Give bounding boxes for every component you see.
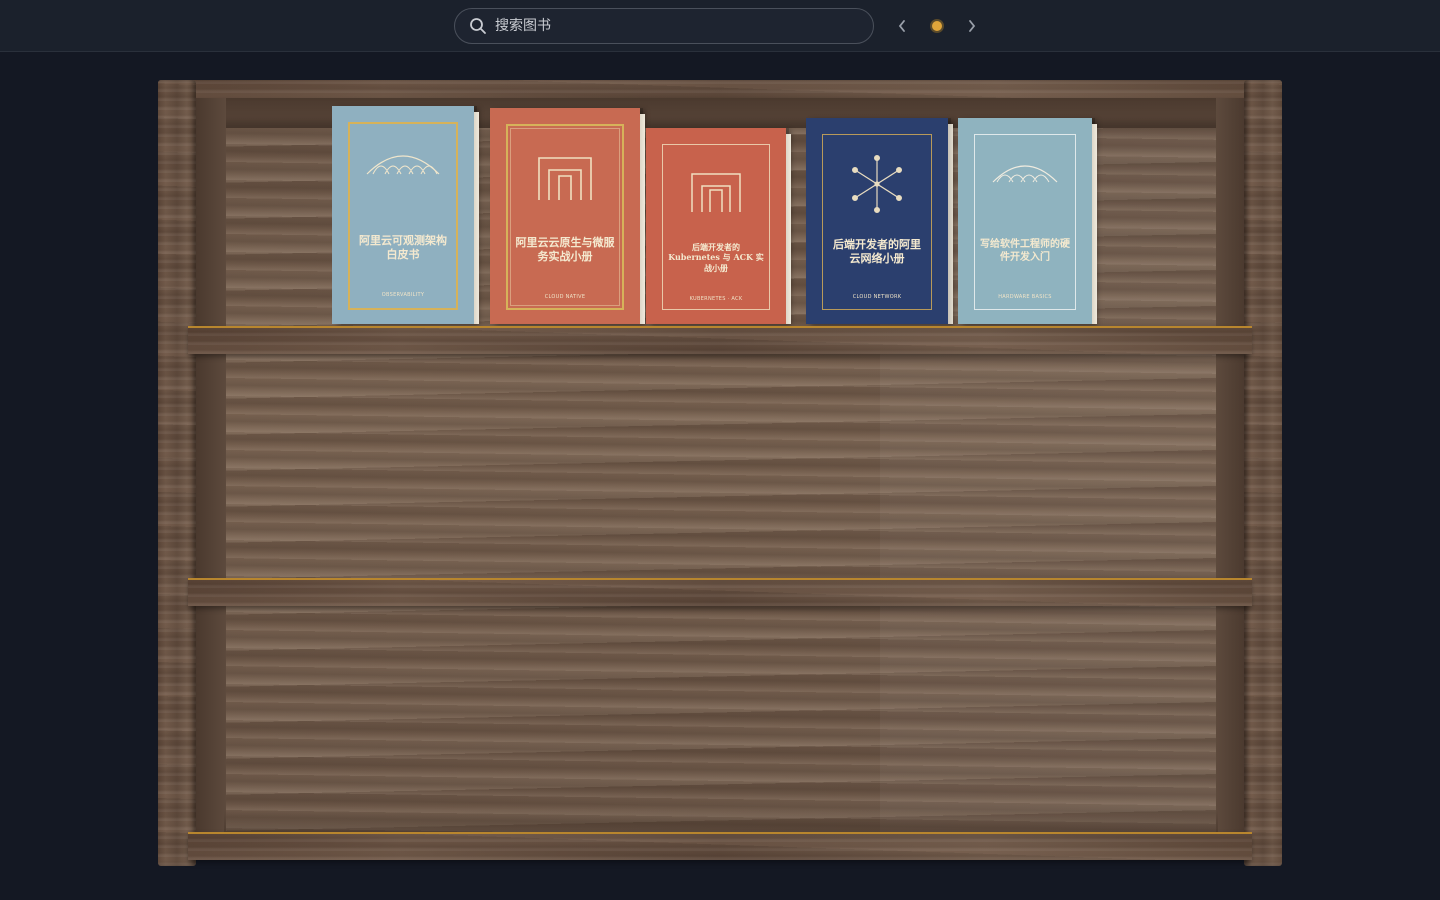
book-cloud-network[interactable]: 后端开发者的阿里云网络小册 CLOUD NETWORK <box>806 118 953 324</box>
top-bar <box>0 0 1440 52</box>
book-subtitle: CLOUD NATIVE <box>544 294 586 300</box>
page-indicator-dot[interactable] <box>930 19 944 33</box>
book-subtitle: OBSERVABILITY <box>381 292 425 298</box>
book-title: 阿里云云原生与微服务实战小册 <box>515 236 615 264</box>
books-row: 阿里云可观测架构白皮书 OBSERVABILITY 阿里云云原生与微服务实战小册… <box>158 80 1282 326</box>
shelf-board-1 <box>188 326 1252 354</box>
bookshelf: 阿里云可观测架构白皮书 OBSERVABILITY 阿里云云原生与微服务实战小册… <box>158 80 1282 866</box>
prev-page-button[interactable] <box>890 14 914 38</box>
book-title: 阿里云可观测架构白皮书 <box>359 234 447 262</box>
shelf-bottom-shadow <box>224 810 1218 834</box>
search-input[interactable] <box>495 9 865 43</box>
shelf-board-3 <box>188 832 1252 860</box>
book-kubernetes-ack[interactable]: 后端开发者的 Kubernetes 与 ACK 实战小册 KUBERNETES … <box>646 128 791 324</box>
arches-icon <box>958 158 1092 184</box>
search-box[interactable] <box>454 8 874 44</box>
book-title: 后端开发者的 Kubernetes 与 ACK 实战小册 <box>668 242 764 273</box>
book-observability[interactable]: 阿里云可观测架构白皮书 OBSERVABILITY <box>332 106 479 324</box>
book-subtitle: CLOUD NETWORK <box>852 294 902 300</box>
gate-icon <box>490 156 640 202</box>
arches-icon <box>332 148 474 176</box>
book-hardware-basics[interactable]: 写给软件工程师的硬件开发入门 HARDWARE BASICS <box>958 118 1097 324</box>
search-icon <box>470 18 486 34</box>
chevron-right-icon <box>969 20 976 32</box>
chevron-left-icon <box>898 20 905 32</box>
book-cloud-native[interactable]: 阿里云云原生与微服务实战小册 CLOUD NATIVE <box>490 108 645 324</box>
shelf-board-2 <box>188 578 1252 606</box>
book-subtitle: HARDWARE BASICS <box>998 294 1052 300</box>
book-title: 后端开发者的阿里云网络小册 <box>833 238 921 266</box>
book-title: 写给软件工程师的硬件开发入门 <box>980 239 1070 263</box>
next-page-button[interactable] <box>960 14 984 38</box>
network-icon <box>806 154 948 214</box>
gate-icon <box>646 172 786 214</box>
book-subtitle: KUBERNETES · ACK <box>689 296 743 302</box>
